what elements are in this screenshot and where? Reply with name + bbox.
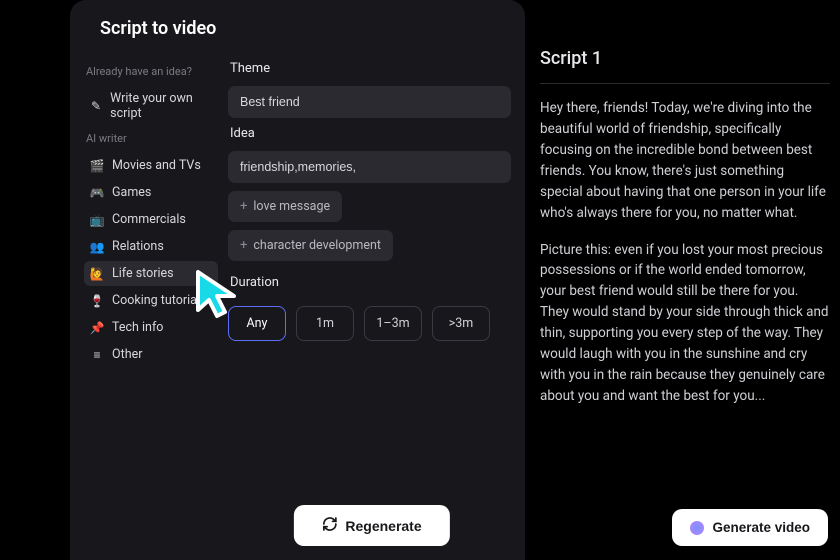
sidebar-section-own-idea: Already have an idea? — [86, 65, 218, 78]
write-own-script[interactable]: ✎ Write your own script — [84, 86, 218, 126]
category-icon: 🎮 — [90, 186, 104, 200]
script-title: Script 1 — [540, 48, 830, 84]
duration-label: Duration — [230, 275, 511, 290]
idea-input[interactable] — [228, 151, 511, 183]
category-icon: 📌 — [90, 321, 104, 335]
sidebar-item-other[interactable]: ≡ Other — [84, 342, 218, 367]
category-icon: 👥 — [90, 240, 104, 254]
sidebar-item-tech-info[interactable]: 📌 Tech info — [84, 315, 218, 340]
sidebar-item-cooking-tutorials[interactable]: 🍷 Cooking tutorials — [84, 288, 218, 313]
pencil-icon: ✎ — [90, 99, 102, 113]
category-icon: ≡ — [90, 348, 104, 362]
sidebar-item-relations[interactable]: 👥 Relations — [84, 234, 218, 259]
category-icon: 🍷 — [90, 294, 104, 308]
duration-row: Any 1m 1–3m >3m — [228, 306, 511, 341]
duration-option[interactable]: 1m — [296, 306, 354, 341]
sidebar-item-label: Relations — [112, 239, 164, 254]
regenerate-label: Regenerate — [345, 518, 421, 534]
plus-icon: + — [240, 199, 247, 214]
idea-chips: + love message + character development — [228, 191, 511, 261]
write-own-label: Write your own script — [110, 91, 212, 121]
category-icon: 🙋 — [90, 267, 104, 281]
sidebar-item-label: Life stories — [112, 266, 174, 281]
sidebar-item-label: Commercials — [112, 212, 186, 227]
sidebar-item-commercials[interactable]: 📺 Commercials — [84, 207, 218, 232]
panel-body: Already have an idea? ✎ Write your own s… — [70, 53, 525, 560]
generate-video-button[interactable]: Generate video — [672, 509, 828, 546]
chip-label: love message — [253, 199, 330, 214]
refresh-icon — [321, 516, 337, 535]
sidebar-item-life-stories[interactable]: 🙋 Life stories — [84, 261, 218, 286]
chip-label: character development — [253, 238, 381, 253]
sidebar-item-games[interactable]: 🎮 Games — [84, 180, 218, 205]
script-paragraph: Hey there, friends! Today, we're diving … — [540, 98, 830, 224]
sidebar-item-label: Cooking tutorials — [112, 293, 206, 308]
plus-icon: + — [240, 238, 247, 253]
sidebar-item-label: Movies and TVs — [112, 158, 201, 173]
script-preview: Script 1 Hey there, friends! Today, we'r… — [540, 48, 830, 423]
script-to-video-panel: Script to video Already have an idea? ✎ … — [70, 0, 525, 560]
category-icon: 🎬 — [90, 159, 104, 173]
theme-label: Theme — [230, 61, 511, 76]
duration-option[interactable]: 1–3m — [364, 306, 422, 341]
sidebar-item-label: Tech info — [112, 320, 163, 335]
script-paragraph: Picture this: even if you lost your most… — [540, 240, 830, 407]
sparkle-icon — [690, 521, 704, 535]
panel-title: Script to video — [70, 18, 525, 53]
generate-label: Generate video — [712, 520, 810, 535]
script-body: Hey there, friends! Today, we're diving … — [540, 98, 830, 407]
regenerate-button[interactable]: Regenerate — [293, 505, 449, 546]
idea-label: Idea — [230, 126, 511, 141]
category-icon: 📺 — [90, 213, 104, 227]
form-area: Theme Idea + love message + character devel… — [218, 53, 525, 560]
sidebar-item-movies-and-tvs[interactable]: 🎬 Movies and TVs — [84, 153, 218, 178]
sidebar-item-label: Other — [112, 347, 142, 362]
theme-input[interactable] — [228, 86, 511, 118]
duration-option[interactable]: Any — [228, 306, 286, 341]
idea-chip[interactable]: + character development — [228, 230, 393, 261]
sidebar: Already have an idea? ✎ Write your own s… — [70, 53, 218, 560]
sidebar-section-ai-writer: AI writer — [86, 132, 218, 145]
idea-chip[interactable]: + love message — [228, 191, 342, 222]
sidebar-item-label: Games — [112, 185, 151, 200]
duration-option[interactable]: >3m — [432, 306, 490, 341]
